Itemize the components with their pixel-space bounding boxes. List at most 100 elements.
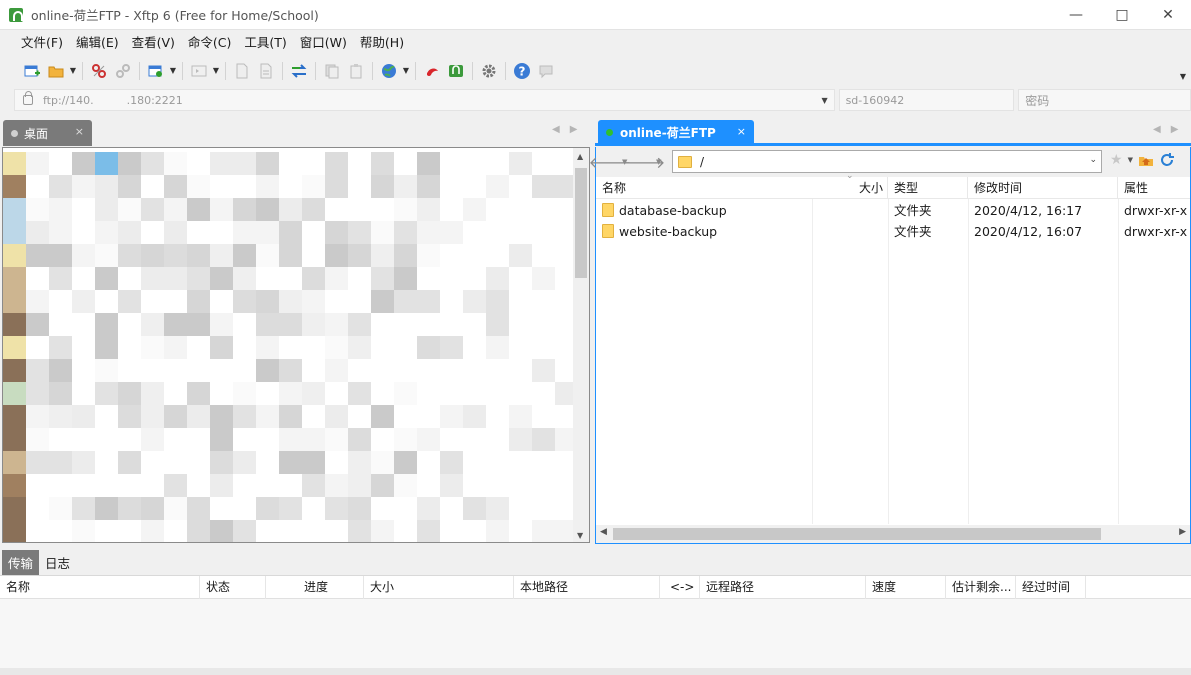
blur-tile [256,336,279,359]
gear-icon[interactable] [477,59,501,83]
column-type[interactable]: 类型 [894,177,968,199]
scroll-up-icon[interactable]: ▲ [577,152,583,161]
blur-tile [233,520,256,542]
back-arrow-icon[interactable]: 🡐 [589,150,632,174]
toolbar-overflow-icon[interactable]: ▼ [1180,72,1186,81]
tab-log[interactable]: 日志 [39,550,76,575]
file-icon[interactable] [230,59,254,83]
scroll-thumb[interactable] [613,528,1101,540]
menu-help[interactable]: 帮助(H) [353,32,410,54]
file-row[interactable]: website-backup 文件夹 2020/4/12, 16:07 drwx… [596,221,1190,242]
reconnect-icon[interactable] [111,59,135,83]
column-progress[interactable]: 进度 [266,576,364,599]
host-address-field[interactable]: ftp://140. .180:2221 ▼ [14,89,835,111]
column-size[interactable]: 大小 [364,576,514,599]
column-transfer-name[interactable]: 名称 [0,576,200,599]
blur-tile [440,198,463,221]
help-icon[interactable]: ? [510,59,534,83]
tab-online-ftp[interactable]: online-荷兰FTP × [598,120,754,145]
blur-tile [26,221,49,244]
blur-tile [279,359,302,382]
column-attributes[interactable]: 属性 [1124,177,1190,199]
file-row[interactable]: database-backup 文件夹 2020/4/12, 16:17 drw… [596,200,1190,221]
chevron-down-icon[interactable]: ▼ [818,90,832,110]
close-button[interactable]: ✕ [1145,0,1191,30]
new-session-icon[interactable] [20,59,44,83]
column-speed[interactable]: 速度 [866,576,946,599]
column-elapsed[interactable]: 经过时间 [1016,576,1086,599]
maximize-button[interactable]: □ [1099,0,1145,30]
transfer-list[interactable] [0,599,1191,668]
blur-tile [325,428,348,451]
tab-desktop[interactable]: 桌面 × [3,120,92,146]
column-remote-path[interactable]: 远程路径 [700,576,866,599]
xftp-icon[interactable] [444,59,468,83]
remote-horizontal-scrollbar[interactable]: ◀ ▶ [596,525,1190,543]
column-eta[interactable]: 估计剩余... [946,576,1016,599]
scroll-down-icon[interactable]: ▼ [577,531,583,540]
globe-icon[interactable] [377,59,401,83]
column-name[interactable]: 名称 [602,177,812,199]
blur-tile [3,198,26,221]
column-modified[interactable]: 修改时间 [974,177,1118,199]
new-tab-icon[interactable] [144,59,168,83]
menu-command[interactable]: 命令(C) [181,32,237,54]
column-direction[interactable]: <-> [660,576,700,599]
blur-tile [463,221,486,244]
blur-tile [210,221,233,244]
chevron-left-icon[interactable]: ◀ [1153,124,1161,135]
chevron-down-icon[interactable]: ▼ [656,158,666,166]
blur-tile [233,152,256,175]
blur-tile [256,221,279,244]
blur-tile [49,474,72,497]
terminal-icon[interactable] [187,59,211,83]
blur-tile [509,405,532,428]
scroll-left-icon[interactable]: ◀ [600,527,607,537]
chevron-right-icon[interactable]: ▶ [1171,124,1179,135]
remote-path-input[interactable]: / ⌄ [672,150,1102,173]
blur-tile [302,497,325,520]
column-local-path[interactable]: 本地路径 [514,576,660,599]
star-icon[interactable]: ★ [1110,152,1123,168]
tab-online-ftp-label: online-荷兰FTP [620,126,716,140]
menu-window[interactable]: 窗口(W) [293,32,353,54]
open-folder-icon[interactable] [44,59,68,83]
blur-tile [210,497,233,520]
password-field[interactable]: 密码 [1018,89,1191,111]
local-vertical-scrollbar[interactable]: ▲ ▼ [573,148,589,542]
local-file-pane[interactable]: ▲ ▼ [2,147,590,543]
blur-tile [210,520,233,542]
chevron-down-icon[interactable]: ▼ [401,59,411,83]
close-tab-icon[interactable]: × [75,125,84,138]
blur-tile [72,474,95,497]
chevron-down-icon[interactable]: ▼ [68,59,78,83]
chevron-left-icon[interactable]: ◀ [552,124,560,135]
home-folder-icon[interactable] [1138,152,1154,168]
chevron-down-icon[interactable]: ▼ [211,59,221,83]
menu-edit[interactable]: 编辑(E) [69,32,125,54]
chevron-down-icon[interactable]: ▼ [168,59,178,83]
menu-view[interactable]: 查看(V) [125,32,181,54]
column-status[interactable]: 状态 [200,576,266,599]
xshell-icon[interactable] [420,59,444,83]
chevron-right-icon[interactable]: ▶ [570,124,578,135]
chat-icon[interactable] [534,59,558,83]
chevron-down-icon[interactable]: ▼ [1128,156,1133,164]
file-properties-icon[interactable] [254,59,278,83]
scroll-thumb[interactable] [575,168,587,278]
disconnect-icon[interactable] [87,59,111,83]
chevron-down-icon[interactable]: ⌄ [1089,155,1097,165]
tab-transfer[interactable]: 传输 [2,549,40,575]
menu-file[interactable]: 文件(F) [14,32,69,54]
paste-icon[interactable] [344,59,368,83]
refresh-icon[interactable] [1159,152,1175,168]
menu-tools[interactable]: 工具(T) [237,32,292,54]
scroll-right-icon[interactable]: ▶ [1179,527,1186,537]
blur-tile [49,152,72,175]
copy-icon[interactable] [320,59,344,83]
transfer-icon[interactable] [287,59,311,83]
minimize-button[interactable]: — [1053,0,1099,30]
close-tab-icon[interactable]: × [737,125,746,138]
forward-arrow-icon[interactable]: 🡒 [623,150,666,174]
username-field[interactable]: sd-160942 [838,89,1015,111]
